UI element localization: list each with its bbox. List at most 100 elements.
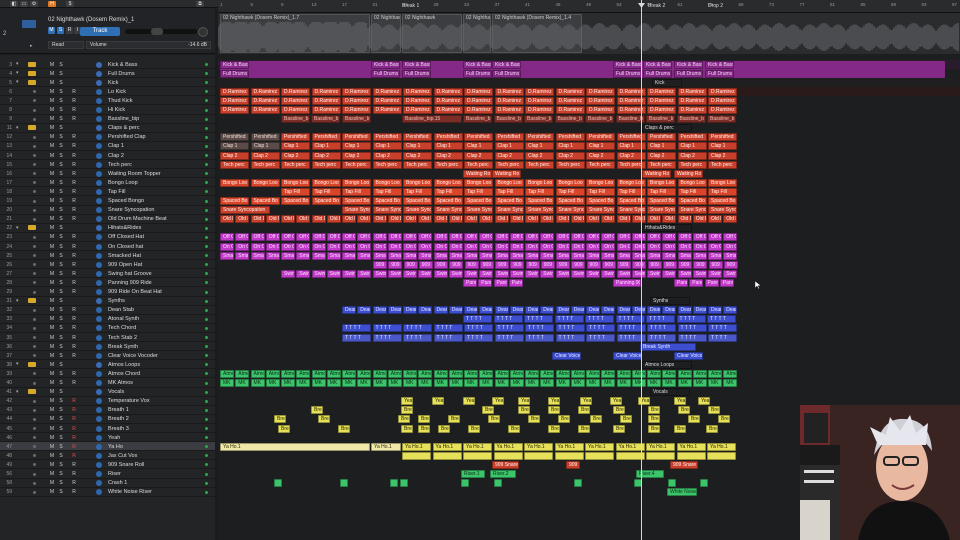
mute-button[interactable]: M bbox=[48, 27, 55, 34]
midi-region[interactable]: On C bbox=[357, 242, 372, 251]
midi-region[interactable]: Bassline_b bbox=[342, 115, 371, 124]
solo-button[interactable]: S bbox=[58, 162, 64, 168]
midi-region[interactable]: Atmo bbox=[311, 369, 326, 378]
midi-region[interactable]: Bassline_b bbox=[493, 115, 523, 124]
midi-region[interactable]: Old Dru bbox=[342, 215, 356, 224]
midi-region[interactable]: Off C bbox=[677, 233, 692, 242]
mute-button[interactable]: M bbox=[49, 198, 55, 204]
midi-region[interactable]: Tap Fill bbox=[708, 187, 737, 196]
midi-region[interactable]: T T T T bbox=[647, 324, 676, 333]
midi-region[interactable]: D.Ramirez bbox=[281, 87, 310, 96]
midi-region[interactable]: On C bbox=[387, 242, 402, 251]
midi-region[interactable]: Tech perc bbox=[342, 160, 371, 169]
record-button[interactable]: R bbox=[71, 416, 77, 422]
solo-button[interactable]: S bbox=[58, 298, 64, 304]
midi-region[interactable]: Clap 1 bbox=[708, 142, 737, 151]
midi-region[interactable]: Swin bbox=[342, 269, 356, 278]
midi-region[interactable]: D.Ramirez bbox=[342, 96, 371, 105]
midi-region[interactable]: T T T T bbox=[676, 315, 706, 324]
midi-region[interactable]: Yea bbox=[610, 397, 622, 406]
midi-region[interactable]: Pershifted bbox=[372, 133, 402, 142]
midi-region[interactable]: Swin bbox=[692, 269, 707, 278]
solo-button[interactable]: S bbox=[58, 407, 64, 413]
midi-region[interactable]: T T T T bbox=[463, 315, 492, 324]
record-button[interactable]: R bbox=[71, 453, 77, 459]
midi-region[interactable]: Off C bbox=[357, 233, 372, 242]
midi-region[interactable]: Bassline_b bbox=[676, 115, 706, 124]
track-header-41[interactable]: 41 ▾ M S Vocals bbox=[0, 388, 215, 397]
midi-region[interactable]: Swin bbox=[326, 269, 341, 278]
midi-region[interactable]: 909 bbox=[510, 260, 525, 269]
midi-region[interactable]: MK bbox=[555, 379, 570, 388]
midi-region[interactable]: MK bbox=[586, 379, 600, 388]
midi-region[interactable]: Snare Sync bbox=[555, 206, 585, 215]
disclosure-triangle-icon[interactable]: ▾ bbox=[16, 70, 19, 76]
midi-region[interactable]: Old Dru bbox=[372, 215, 387, 224]
midi-region[interactable]: Clap 1 bbox=[677, 142, 707, 151]
midi-region[interactable]: Old Dru bbox=[586, 215, 600, 224]
folder-region-label[interactable]: Kick & Bass bbox=[705, 60, 734, 69]
midi-region[interactable]: T T T T bbox=[646, 315, 675, 324]
midi-region[interactable]: Dear bbox=[448, 306, 463, 315]
midi-region[interactable]: D.Ramirez bbox=[555, 87, 585, 96]
mute-button[interactable]: M bbox=[49, 98, 55, 104]
track-header-12[interactable]: 12 M S R Pershifted Clap bbox=[0, 133, 215, 142]
midi-region[interactable]: D.Ramirez bbox=[220, 96, 249, 105]
midi-region[interactable]: Spaced Bo bbox=[464, 197, 493, 206]
midi-region[interactable]: Clap 1 bbox=[281, 142, 310, 151]
solo-button[interactable]: S bbox=[58, 426, 64, 432]
midi-region[interactable]: T T T T bbox=[372, 333, 402, 342]
record-button[interactable]: R bbox=[71, 289, 77, 295]
midi-region[interactable]: Clap 1 bbox=[403, 142, 432, 151]
midi-region[interactable]: Clap 1 bbox=[372, 142, 402, 151]
midi-region[interactable]: Sma bbox=[631, 251, 646, 260]
midi-region[interactable]: Clap 2 bbox=[433, 151, 463, 160]
midi-region[interactable]: Pershifted bbox=[342, 133, 371, 142]
midi-region[interactable]: Dear bbox=[570, 306, 585, 315]
midi-region[interactable]: T T T T bbox=[525, 333, 554, 342]
midi-region[interactable]: D.Ramirez bbox=[433, 106, 463, 115]
midi-region[interactable]: Old Dru bbox=[540, 215, 555, 224]
midi-region[interactable]: Brea bbox=[401, 406, 413, 415]
midi-region[interactable]: MK bbox=[601, 379, 616, 388]
midi-region[interactable]: 909 bbox=[601, 260, 616, 269]
record-button[interactable]: R bbox=[71, 280, 77, 286]
solo-button[interactable]: S bbox=[58, 262, 64, 268]
record-button[interactable]: R bbox=[71, 316, 77, 322]
midi-region[interactable]: MK bbox=[265, 379, 280, 388]
midi-region[interactable]: D.Ramirez bbox=[586, 96, 615, 105]
midi-region[interactable]: Pershifted bbox=[281, 133, 310, 142]
midi-region[interactable]: Pershifted bbox=[708, 133, 737, 142]
midi-region[interactable]: Clap 2 bbox=[281, 151, 310, 160]
midi-region[interactable]: Sma bbox=[403, 251, 417, 260]
midi-region[interactable]: Tech perc bbox=[647, 160, 676, 169]
midi-region[interactable] bbox=[390, 479, 398, 488]
midi-region[interactable]: D.Ramirez bbox=[220, 106, 249, 115]
midi-region[interactable]: Atmo bbox=[418, 369, 433, 378]
midi-region[interactable]: Tech perc bbox=[525, 160, 554, 169]
midi-region[interactable]: Atmo bbox=[342, 369, 356, 378]
solo-button[interactable]: S bbox=[58, 244, 64, 250]
midi-region[interactable]: Tap Fill bbox=[525, 187, 554, 196]
midi-region[interactable]: Swin bbox=[647, 269, 661, 278]
mute-button[interactable]: M bbox=[49, 335, 55, 341]
midi-region[interactable]: Swin bbox=[708, 269, 722, 278]
midi-region[interactable]: Ya Ho.1 bbox=[463, 442, 492, 451]
midi-region[interactable]: Atmo bbox=[601, 369, 616, 378]
midi-region[interactable]: On C bbox=[616, 242, 631, 251]
midi-region[interactable]: Tap Fill bbox=[281, 187, 310, 196]
automation-mode-select[interactable]: Read bbox=[48, 41, 84, 49]
midi-region[interactable]: Dear bbox=[555, 306, 570, 315]
midi-region[interactable]: Spaced Bo bbox=[525, 197, 554, 206]
midi-region[interactable]: Swin bbox=[311, 269, 326, 278]
mute-button[interactable]: M bbox=[49, 171, 55, 177]
track-header-58[interactable]: 58 M S R Crash 1 bbox=[0, 479, 215, 488]
record-button[interactable]: R bbox=[71, 107, 77, 113]
midi-region[interactable]: T T T T bbox=[464, 324, 493, 333]
midi-region[interactable]: 909 bbox=[464, 260, 479, 269]
arrangement-marker[interactable]: Drop 2 bbox=[706, 3, 746, 10]
record-button[interactable]: R bbox=[66, 27, 73, 34]
mute-button[interactable]: M bbox=[49, 116, 55, 122]
midi-region[interactable]: Ya Ho.1 bbox=[707, 442, 736, 451]
mute-button[interactable]: M bbox=[49, 471, 55, 477]
